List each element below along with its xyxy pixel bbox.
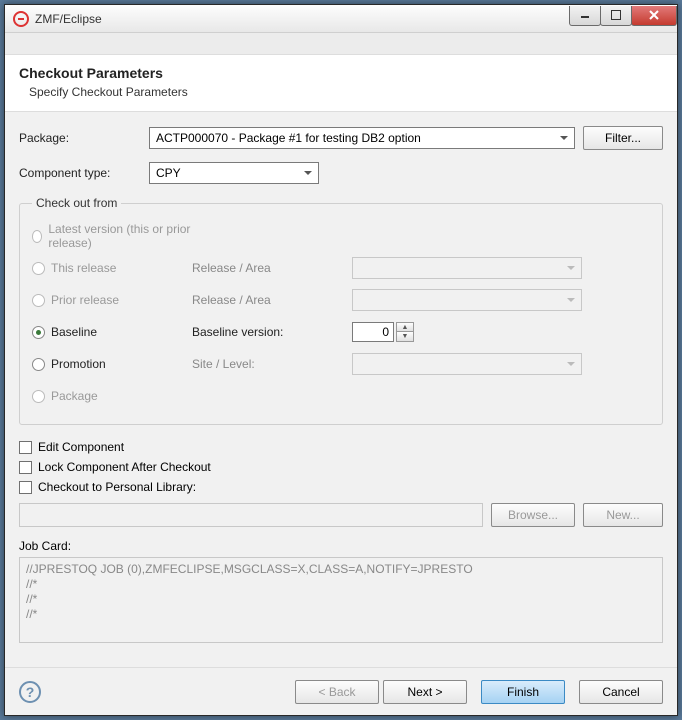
radio-prior-release — [32, 294, 45, 307]
cancel-button[interactable]: Cancel — [579, 680, 663, 704]
dialog-header: Checkout Parameters Specify Checkout Par… — [5, 55, 677, 112]
new-button: New... — [583, 503, 663, 527]
finish-button[interactable]: Finish — [481, 680, 565, 704]
prior-release-area-label: Release / Area — [192, 293, 352, 307]
this-release-area-combo — [352, 257, 582, 279]
help-icon[interactable]: ? — [19, 681, 41, 703]
job-card-textarea[interactable]: //JPRESTOQ JOB (0),ZMFECLIPSE,MSGCLASS=X… — [19, 557, 663, 643]
window-title: ZMF/Eclipse — [35, 12, 570, 26]
page-subtitle: Specify Checkout Parameters — [29, 85, 663, 99]
personal-library-input — [19, 503, 483, 527]
edit-component-checkbox[interactable] — [19, 441, 32, 454]
baseline-version-input[interactable] — [352, 322, 394, 342]
package-value: ACTP000070 - Package #1 for testing DB2 … — [156, 131, 421, 145]
dialog-window: ZMF/Eclipse Checkout Parameters Specify … — [4, 4, 678, 716]
package-label: Package: — [19, 131, 149, 145]
radio-this-release — [32, 262, 45, 275]
toolbar-blur — [5, 33, 677, 55]
content-area: Package: ACTP000070 - Package #1 for tes… — [5, 112, 677, 667]
radio-latest-version-label: Latest version (this or prior release) — [48, 222, 192, 250]
app-icon — [13, 11, 29, 27]
checkout-from-legend: Check out from — [32, 196, 121, 210]
job-card-label: Job Card: — [19, 539, 663, 553]
titlebar[interactable]: ZMF/Eclipse — [5, 5, 677, 33]
site-level-label: Site / Level: — [192, 357, 352, 371]
browse-button: Browse... — [491, 503, 575, 527]
lock-component-checkbox[interactable] — [19, 461, 32, 474]
personal-library-checkbox[interactable] — [19, 481, 32, 494]
package-combo[interactable]: ACTP000070 - Package #1 for testing DB2 … — [149, 127, 575, 149]
radio-prior-release-label: Prior release — [51, 293, 119, 307]
spin-up-icon[interactable]: ▲ — [397, 323, 413, 332]
lock-component-label: Lock Component After Checkout — [38, 460, 211, 474]
component-type-combo[interactable]: CPY — [149, 162, 319, 184]
edit-component-label: Edit Component — [38, 440, 124, 454]
radio-baseline[interactable] — [32, 326, 45, 339]
radio-promotion[interactable] — [32, 358, 45, 371]
component-type-label: Component type: — [19, 166, 149, 180]
checkout-from-group: Check out from Latest version (this or p… — [19, 196, 663, 425]
radio-latest-version — [32, 230, 42, 243]
baseline-version-label: Baseline version: — [192, 325, 352, 339]
radio-this-release-label: This release — [51, 261, 116, 275]
component-type-value: CPY — [156, 166, 181, 180]
minimize-button[interactable] — [569, 6, 601, 26]
maximize-button[interactable] — [600, 6, 632, 26]
page-title: Checkout Parameters — [19, 65, 663, 81]
radio-promotion-label: Promotion — [51, 357, 106, 371]
filter-button[interactable]: Filter... — [583, 126, 663, 150]
prior-release-area-combo — [352, 289, 582, 311]
this-release-area-label: Release / Area — [192, 261, 352, 275]
next-button[interactable]: Next > — [383, 680, 467, 704]
close-button[interactable] — [631, 6, 677, 26]
radio-package — [32, 390, 45, 403]
back-button: < Back — [295, 680, 379, 704]
radio-package-label: Package — [51, 389, 98, 403]
footer: ? < Back Next > Finish Cancel — [5, 667, 677, 715]
radio-baseline-label: Baseline — [51, 325, 97, 339]
baseline-version-spinner[interactable]: ▲ ▼ — [352, 322, 650, 342]
spin-down-icon[interactable]: ▼ — [397, 332, 413, 341]
personal-library-label: Checkout to Personal Library: — [38, 480, 196, 494]
site-level-combo — [352, 353, 582, 375]
